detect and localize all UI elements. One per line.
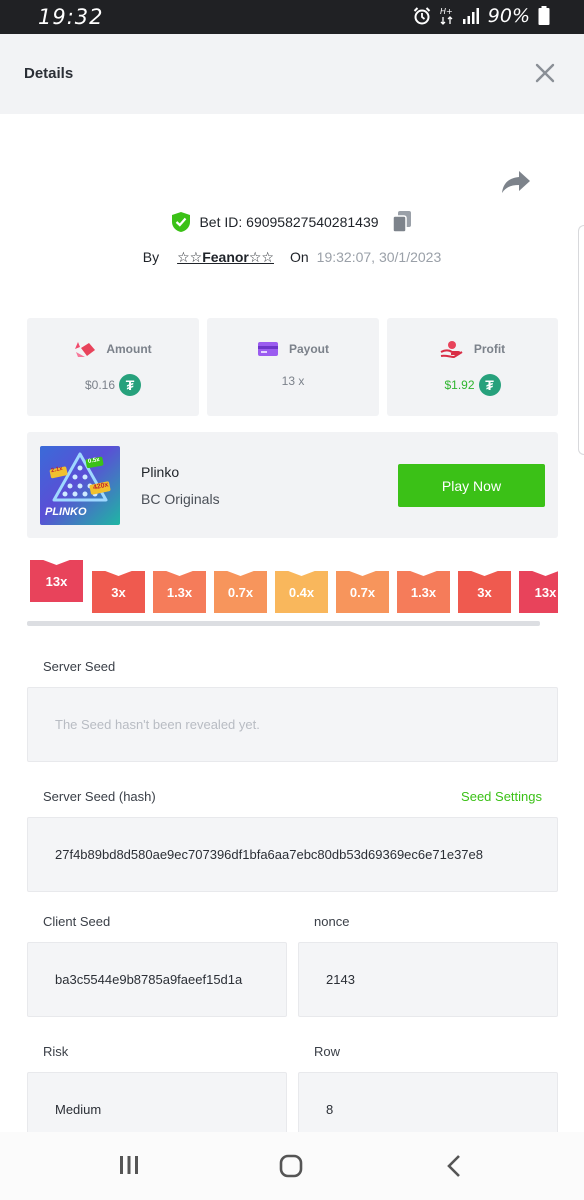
bet-author-row: By ☆☆Feanor☆☆ On 19:32:07, 30/1/2023 <box>0 247 584 267</box>
client-seed-field[interactable]: ba3c5544e9b8785a9faeef15d1a <box>27 942 287 1017</box>
payout-card-icon <box>257 342 278 356</box>
server-seed-field[interactable]: The Seed hasn't been revealed yet. <box>27 687 558 762</box>
plinko-thumbnail[interactable]: 2.1x 0.5x 420x PLINKO <box>40 446 120 525</box>
multiplier-bucket: 3x <box>458 571 511 613</box>
multiplier-bucket: 13x <box>30 560 83 602</box>
on-label: On <box>289 249 309 265</box>
amount-label: Amount <box>106 342 152 356</box>
client-seed-label: Client Seed <box>43 914 111 929</box>
tether-coin-icon: ₮ <box>119 374 142 396</box>
amount-value: $0.16 <box>84 378 116 392</box>
seed-settings-link[interactable]: Seed Settings <box>461 789 542 804</box>
profit-value: $1.92 <box>444 378 475 392</box>
status-time: 19:32 <box>38 5 104 29</box>
multiplier-bucket: 1.3x <box>153 571 206 613</box>
profit-label: Profit <box>473 342 506 356</box>
multiplier-bucket: 1.3x <box>397 571 450 613</box>
details-header: Details <box>0 34 584 114</box>
multiplier-bucket: 0.4x <box>275 571 328 613</box>
copy-icon[interactable] <box>391 210 413 234</box>
status-bar: 19:32 H+ 90% <box>0 0 584 34</box>
amount-card: Amount $0.16 ₮ <box>27 318 199 416</box>
amount-icon <box>75 342 96 357</box>
bet-timestamp: 19:32:07, 30/1/2023 <box>316 249 442 265</box>
risk-label: Risk <box>43 1044 69 1059</box>
data-hplus-icon: H+ <box>440 7 453 25</box>
bet-id-row: Bet ID: 69095827540281439 <box>0 208 584 236</box>
system-nav-bar <box>0 1132 584 1200</box>
nonce-field[interactable]: 2143 <box>298 942 558 1017</box>
by-label: By <box>142 249 160 265</box>
recent-apps-icon[interactable] <box>118 1154 140 1176</box>
multiplier-scrollbar[interactable] <box>27 621 540 626</box>
bet-id: Bet ID: 69095827540281439 <box>199 214 379 230</box>
multiplier-bucket: 0.7x <box>214 571 267 613</box>
payout-value: 13 x <box>281 374 305 388</box>
tether-coin-icon: ₮ <box>478 374 501 396</box>
play-now-button[interactable]: Play Now <box>398 464 545 507</box>
page-title: Details <box>24 65 74 82</box>
game-provider: BC Originals <box>141 491 220 507</box>
server-seed-hash-label: Server Seed (hash) <box>43 789 156 804</box>
game-name: Plinko <box>141 464 180 480</box>
home-icon[interactable] <box>279 1154 303 1178</box>
close-icon[interactable] <box>534 62 556 84</box>
share-icon[interactable] <box>500 168 532 196</box>
multiplier-strip[interactable]: 13x 3x 1.3x 0.7x 0.4x 0.7x 1.3x 3x 13x <box>0 556 558 618</box>
back-icon[interactable] <box>444 1154 466 1178</box>
verified-shield-icon <box>172 212 191 232</box>
battery-percent: 90% <box>487 5 530 27</box>
server-seed-hash-field[interactable]: 27f4b89bd8d580ae9ec707396df1bfa6aa7ebc80… <box>27 817 558 892</box>
multiplier-bucket: 13x <box>519 571 558 613</box>
server-seed-label: Server Seed <box>43 659 116 674</box>
profit-hand-icon <box>440 341 463 358</box>
multiplier-bucket: 0.7x <box>336 571 389 613</box>
payout-label: Payout <box>288 342 329 356</box>
row-label: Row <box>314 1044 341 1059</box>
game-card: 2.1x 0.5x 420x PLINKO Plinko BC Original… <box>27 432 558 538</box>
thumb-title: PLINKO <box>45 506 87 518</box>
signal-icon <box>462 8 479 24</box>
svg-text:H+: H+ <box>440 7 453 16</box>
nonce-label: nonce <box>314 914 350 929</box>
status-icons: H+ 90% <box>412 5 550 27</box>
battery-icon <box>538 6 550 25</box>
user-name-link[interactable]: ☆☆Feanor☆☆ <box>177 249 274 266</box>
alarm-icon <box>413 7 430 25</box>
profit-card: Profit $1.92 ₮ <box>387 318 558 416</box>
multiplier-bucket: 3x <box>92 571 145 613</box>
payout-card: Payout 13 x <box>207 318 379 416</box>
